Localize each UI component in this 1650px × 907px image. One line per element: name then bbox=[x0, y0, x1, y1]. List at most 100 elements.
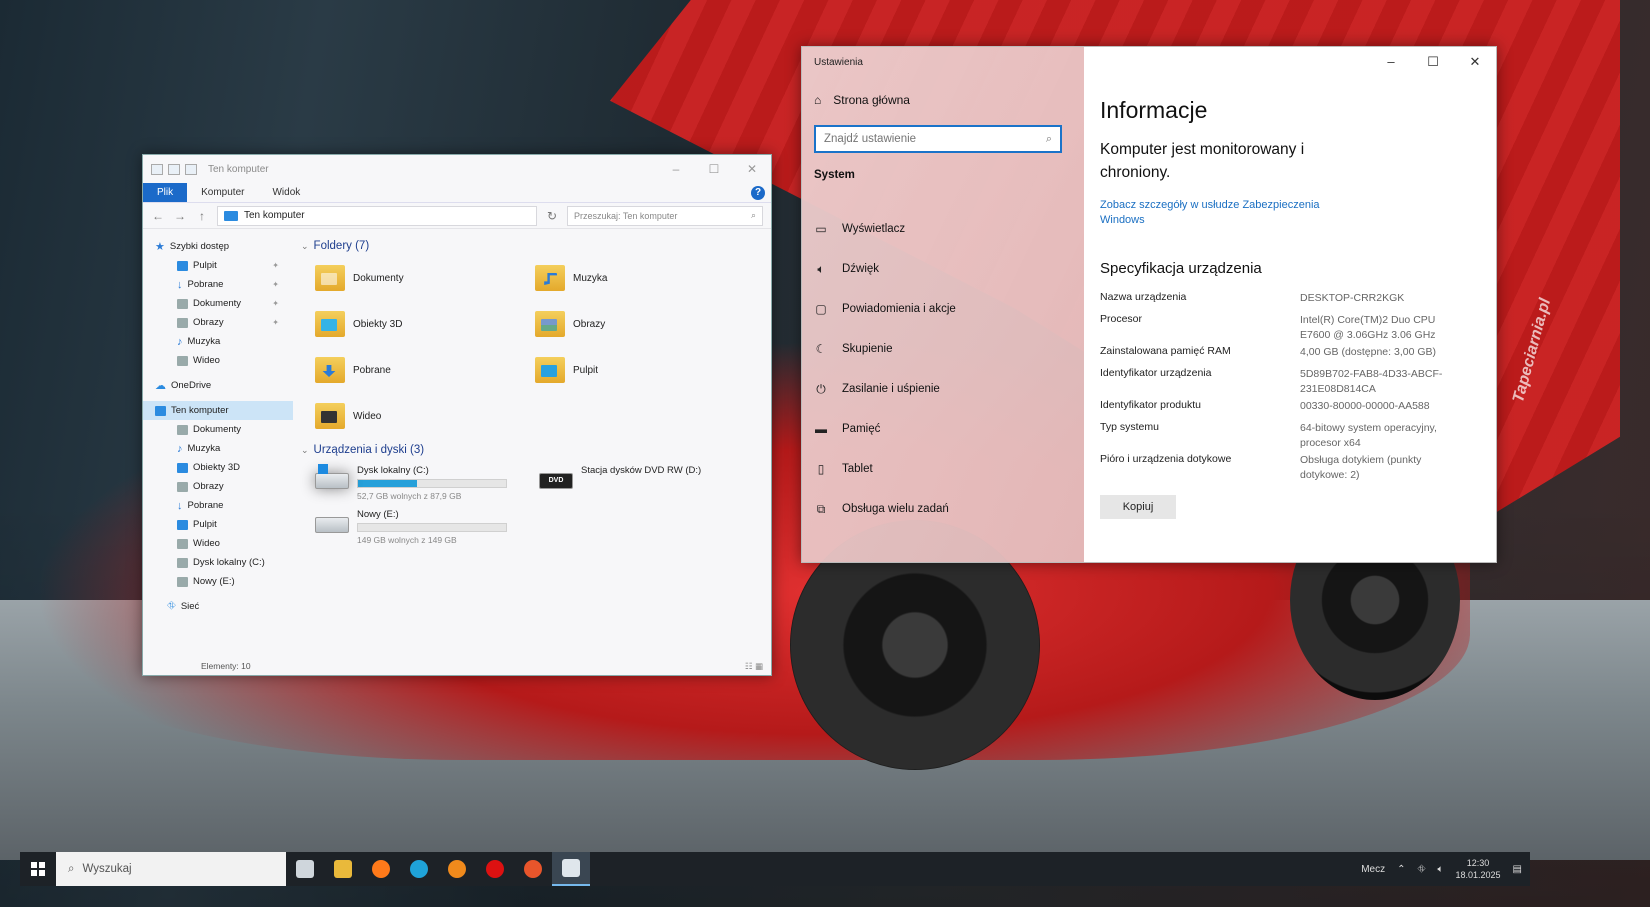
copy-button[interactable]: Kopiuj bbox=[1100, 495, 1176, 519]
folder-pobrane[interactable]: Pobrane bbox=[315, 347, 535, 393]
refresh-icon[interactable]: ↻ bbox=[545, 209, 559, 223]
taskbar-app-file-explorer[interactable] bbox=[324, 852, 362, 886]
pictures-icon bbox=[177, 481, 188, 492]
drive-d[interactable]: DVD Stacja dysków DVD RW (D:) bbox=[539, 463, 739, 507]
network-icon: ⛗ bbox=[167, 600, 176, 612]
nav-pc-pobrane[interactable]: ↓ Pobrane bbox=[143, 496, 293, 515]
folder-muzyka[interactable]: Muzyka bbox=[535, 255, 755, 301]
search-input[interactable]: Przeszukaj: Ten komputer ⌕ bbox=[567, 205, 763, 226]
maximize-button[interactable]: ☐ bbox=[1412, 47, 1454, 77]
folder-pulpit[interactable]: Pulpit bbox=[535, 347, 755, 393]
taskbar-app-task-view[interactable] bbox=[286, 852, 324, 886]
pin-icon: ✦ bbox=[272, 261, 279, 270]
downloads-folder-icon bbox=[315, 357, 345, 383]
spec-table: Nazwa urządzenia DESKTOP-CRR2KGK Procesor… bbox=[1100, 291, 1480, 483]
menu-notifications[interactable]: ▢ Powiadomienia i akcje bbox=[814, 289, 1074, 329]
nav-pc-muzyka[interactable]: ♪ Muzyka bbox=[143, 439, 293, 458]
address-bar[interactable]: Ten komputer bbox=[217, 205, 537, 226]
up-icon[interactable]: ↑ bbox=[195, 209, 209, 223]
menu-storage[interactable]: ▬ Pamięć bbox=[814, 409, 1074, 449]
nav-pc-pulpit[interactable]: Pulpit bbox=[143, 515, 293, 534]
nav-pc-drive-c[interactable]: Dysk lokalny (C:) bbox=[143, 553, 293, 572]
tab-computer[interactable]: Komputer bbox=[187, 183, 258, 202]
minimize-button[interactable]: – bbox=[657, 162, 695, 176]
spec-row: Pióro i urządzenia dotykowe Obsługa dotyk… bbox=[1100, 453, 1422, 481]
nav-pc-obrazy[interactable]: Obrazy bbox=[143, 477, 293, 496]
network-icon[interactable]: ⛗ bbox=[1418, 864, 1426, 875]
tab-view[interactable]: Widok bbox=[258, 183, 314, 202]
drive-usage-bar bbox=[357, 479, 507, 488]
cloud-icon: ☁ bbox=[155, 380, 166, 392]
drives-group-header[interactable]: ⌄ Urządzenia i dyski (3) bbox=[301, 441, 763, 459]
nav-quick-pobrane[interactable]: ↓ Pobrane ✦ bbox=[143, 275, 293, 294]
taskbar-apps bbox=[286, 852, 590, 886]
paint-icon bbox=[524, 860, 542, 878]
nav-pc-wideo[interactable]: Wideo bbox=[143, 534, 293, 553]
drive-c[interactable]: Dysk lokalny (C:) 52,7 GB wolnych z 87,9… bbox=[315, 463, 525, 507]
nav-this-pc[interactable]: Ten komputer bbox=[143, 401, 293, 420]
volume-icon[interactable]: 🔈︎ bbox=[1438, 864, 1444, 875]
settings-home-link[interactable]: ⌂ Strona główna bbox=[814, 83, 1074, 117]
nav-quick-pulpit[interactable]: Pulpit ✦ bbox=[143, 256, 293, 275]
drive-e[interactable]: Nowy (E:) 149 GB wolnych z 149 GB bbox=[315, 507, 525, 551]
menu-sound[interactable]: 🔈︎ Dźwięk bbox=[814, 249, 1074, 289]
close-button[interactable]: ✕ bbox=[1454, 47, 1496, 77]
pictures-folder-icon bbox=[535, 311, 565, 337]
properties-icon[interactable] bbox=[168, 163, 180, 175]
nav-quick-wideo[interactable]: Wideo bbox=[143, 351, 293, 370]
maximize-button[interactable]: ☐ bbox=[695, 162, 733, 176]
menu-power[interactable]: ⏻ Zasilanie i uśpienie bbox=[814, 369, 1074, 409]
start-button[interactable] bbox=[20, 852, 56, 886]
nav-quick-access[interactable]: ★ Szybki dostęp bbox=[143, 237, 293, 256]
chevron-up-icon[interactable]: ⌃ bbox=[1397, 864, 1405, 875]
minimize-button[interactable]: – bbox=[1370, 47, 1412, 77]
nav-pc-dokumenty[interactable]: Dokumenty bbox=[143, 420, 293, 439]
taskbar-search[interactable]: ⌕ Wyszukaj bbox=[56, 852, 286, 886]
new-folder-icon[interactable] bbox=[185, 163, 197, 175]
taskbar-app-firefox[interactable] bbox=[362, 852, 400, 886]
nav-pc-drive-e[interactable]: Nowy (E:) bbox=[143, 572, 293, 591]
file-explorer-window[interactable]: Ten komputer – ☐ ✕ Plik Komputer Widok ?… bbox=[142, 154, 772, 676]
taskbar-app-opera[interactable] bbox=[476, 852, 514, 886]
nav-network[interactable]: ⛗ Sieć bbox=[143, 597, 293, 616]
view-toggle-icon[interactable]: ☷ ▦ bbox=[745, 661, 763, 672]
nav-quick-muzyka[interactable]: ♪ Muzyka bbox=[143, 332, 293, 351]
back-icon[interactable]: ← bbox=[151, 209, 165, 223]
settings-search-input[interactable] bbox=[824, 133, 1024, 145]
folder-wideo[interactable]: Wideo bbox=[315, 393, 535, 439]
forward-icon[interactable]: → bbox=[173, 209, 187, 223]
taskbar-app-edge[interactable] bbox=[400, 852, 438, 886]
clock[interactable]: 12:30 18.01.2025 bbox=[1456, 857, 1501, 881]
address-bar-row: ← → ↑ Ten komputer ↻ Przeszukaj: Ten kom… bbox=[143, 203, 771, 229]
taskbar-app-avast[interactable] bbox=[438, 852, 476, 886]
taskbar-app-paint[interactable] bbox=[514, 852, 552, 886]
folder-obiekty-3d[interactable]: Obiekty 3D bbox=[315, 301, 535, 347]
menu-multitasking[interactable]: ⧉ Obsługa wielu zadań bbox=[814, 489, 1074, 529]
spec-row: Typ systemu 64-bitowy system operacyjny, … bbox=[1100, 421, 1437, 449]
nav-quick-obrazy[interactable]: Obrazy ✦ bbox=[143, 313, 293, 332]
menu-focus[interactable]: ☾ Skupienie bbox=[814, 329, 1074, 369]
nav-onedrive[interactable]: ☁ OneDrive bbox=[143, 376, 293, 395]
settings-search[interactable]: ⌕ bbox=[814, 125, 1062, 153]
notification-center-icon[interactable]: ▤ bbox=[1513, 864, 1522, 875]
pin-icon: ✦ bbox=[272, 280, 279, 289]
taskbar-app-settings[interactable] bbox=[552, 852, 590, 886]
folder-obrazy[interactable]: Obrazy bbox=[535, 301, 755, 347]
taskbar: ⌕ Wyszukaj Mecz ⌃ ⛗ 🔈︎ 12:30 18.01.2025 … bbox=[20, 852, 1530, 886]
menu-display[interactable]: ▭ Wyświetlacz bbox=[814, 209, 1074, 249]
nav-quick-dokumenty[interactable]: Dokumenty ✦ bbox=[143, 294, 293, 313]
security-details-link[interactable]: Zobacz szczegóły w usłudze Zabezpieczeni… bbox=[1100, 198, 1360, 228]
nav-pc-obiekty-3d[interactable]: Obiekty 3D bbox=[143, 458, 293, 477]
folder-dokumenty[interactable]: Dokumenty bbox=[315, 255, 535, 301]
weather-widget[interactable]: Mecz bbox=[1361, 864, 1385, 875]
settings-window[interactable]: Ustawienia ⌂ Strona główna ⌕ System ▭Wyś… bbox=[801, 46, 1497, 563]
folders-group-header[interactable]: ⌄ Foldery (7) bbox=[301, 237, 763, 255]
tab-file[interactable]: Plik bbox=[143, 183, 188, 202]
documents-icon bbox=[177, 298, 188, 309]
help-icon[interactable]: ? bbox=[751, 186, 765, 200]
close-button[interactable]: ✕ bbox=[733, 162, 771, 176]
taskbar-search-text: Wyszukaj bbox=[82, 863, 132, 875]
menu-tablet[interactable]: ▯ Tablet bbox=[814, 449, 1074, 489]
multitasking-icon: ⧉ bbox=[816, 501, 826, 516]
explorer-titlebar[interactable]: Ten komputer – ☐ ✕ bbox=[143, 155, 771, 183]
